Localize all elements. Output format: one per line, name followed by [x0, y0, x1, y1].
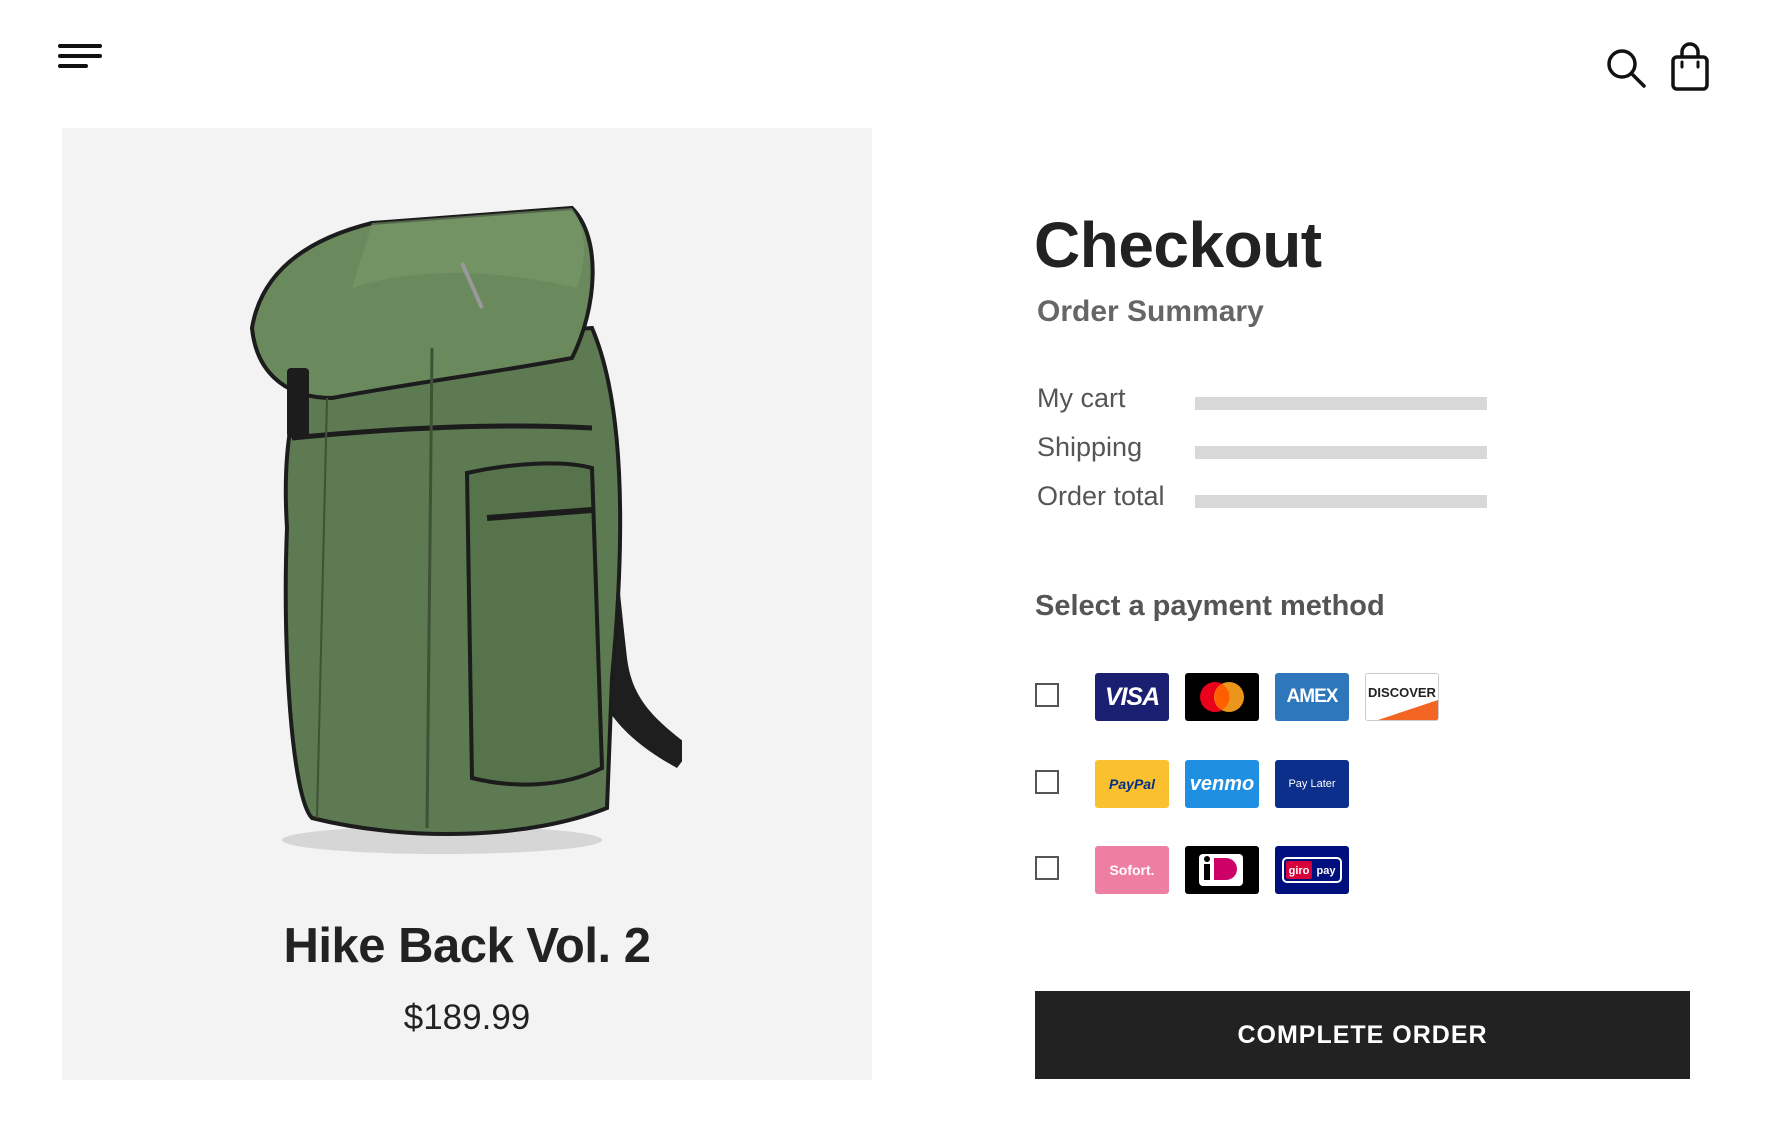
ideal-icon [1199, 854, 1243, 886]
sofort-logo[interactable]: Sofort. [1095, 846, 1169, 894]
page-title: Checkout [1034, 209, 1322, 281]
paylater-logo-text: Pay Later [1288, 778, 1336, 790]
summary-value-placeholder [1195, 446, 1487, 459]
summary-row-shipping: Shipping [1037, 432, 1487, 472]
green-backpack-image [249, 205, 682, 854]
discover-wedge-icon [1378, 700, 1438, 720]
paypal-logo-text: PayPal [1109, 776, 1155, 792]
summary-value-placeholder [1195, 397, 1487, 410]
venmo-logo[interactable]: venmo [1185, 760, 1259, 808]
visa-logo[interactable]: VISA [1095, 673, 1169, 721]
hamburger-line [58, 54, 102, 58]
shopping-bag-icon [1671, 42, 1709, 91]
product-panel: Hike Back Vol. 2 $189.99 [62, 128, 872, 1080]
payment-checkbox-cards[interactable] [1035, 683, 1059, 707]
summary-row-cart: My cart [1037, 383, 1487, 423]
hamburger-line [58, 64, 88, 68]
product-price: $189.99 [403, 998, 531, 1037]
payment-row-cards: VISA AMEX DISCOVER [1035, 673, 1439, 721]
summary-label: Order total [1037, 481, 1165, 511]
paypal-paylater-logo[interactable]: Pay Later [1275, 760, 1349, 808]
hamburger-menu-icon [58, 44, 102, 48]
summary-label: My cart [1037, 383, 1126, 413]
venmo-logo-text: venmo [1189, 772, 1255, 795]
payment-method-heading: Select a payment method [1035, 590, 1385, 622]
giropay-logo[interactable]: giro pay [1275, 846, 1349, 894]
amex-logo[interactable]: AMEX [1275, 673, 1349, 721]
complete-order-button[interactable]: COMPLETE ORDER [1035, 991, 1690, 1079]
order-summary-heading: Order Summary [1037, 295, 1264, 328]
summary-label: Shipping [1037, 432, 1143, 462]
mastercard-icon [1200, 682, 1244, 712]
summary-row-total: Order total [1037, 481, 1487, 521]
visa-logo-text: VISA [1104, 682, 1160, 711]
search-button[interactable] [1604, 46, 1648, 90]
payment-checkbox-wallets[interactable] [1035, 770, 1059, 794]
menu-button[interactable] [58, 42, 104, 74]
mastercard-logo[interactable] [1185, 673, 1259, 721]
giropay-pay-text: pay [1317, 865, 1337, 877]
discover-logo-text: DISCOVER [1368, 685, 1436, 700]
summary-value-placeholder [1195, 495, 1487, 508]
giropay-giro-text: giro [1289, 865, 1310, 877]
paypal-logo[interactable]: PayPal [1095, 760, 1169, 808]
sofort-logo-text: Sofort. [1109, 862, 1155, 878]
product-name: Hike Back Vol. 2 [283, 919, 651, 973]
giropay-icon: giro pay [1282, 857, 1342, 883]
ideal-logo[interactable] [1185, 846, 1259, 894]
discover-logo[interactable]: DISCOVER [1365, 673, 1439, 721]
cart-button[interactable] [1670, 42, 1710, 92]
amex-logo-text: AMEX [1286, 686, 1339, 707]
payment-row-wallets: PayPal venmo Pay Later [1035, 760, 1435, 808]
payment-checkbox-bank[interactable] [1035, 856, 1059, 880]
search-icon [1607, 49, 1646, 88]
payment-row-bank: Sofort. giro pay [1035, 846, 1435, 894]
